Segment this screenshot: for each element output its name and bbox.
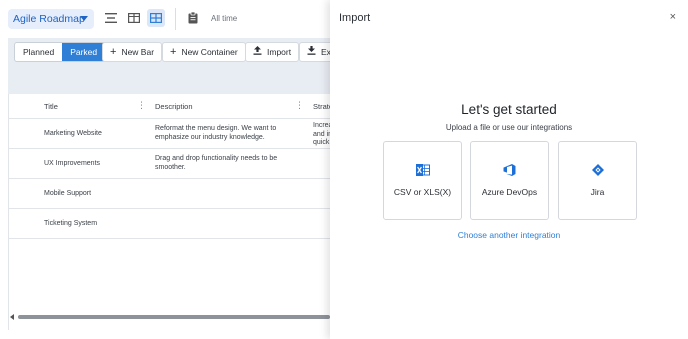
choose-another-integration-link[interactable]: Choose another integration: [330, 230, 688, 240]
chevron-down-icon: [80, 16, 88, 21]
list-view-icon[interactable]: [104, 11, 118, 25]
column-menu-icon[interactable]: ⋮: [295, 100, 304, 111]
plus-icon: +: [110, 45, 117, 58]
table-row[interactable]: Marketing Website Reformat the menu desi…: [9, 119, 339, 149]
planned-parked-toggle: Planned Parked: [14, 42, 107, 62]
csv-import-label: CSV or XLS(X): [393, 187, 452, 197]
table-row[interactable]: UX Improvements Drag and drop functional…: [9, 149, 339, 179]
close-icon[interactable]: ×: [670, 11, 676, 23]
jira-card[interactable]: Jira: [558, 141, 637, 220]
import-label: Import: [267, 47, 292, 57]
table-row[interactable]: Ticketing System: [9, 209, 339, 239]
clipboard-icon[interactable]: [186, 11, 200, 25]
row-description: Reformat the menu design. We want to emp…: [155, 125, 277, 141]
table-view-icon[interactable]: [147, 9, 165, 27]
roadmap-table: Title ⋮ Description ⋮ Strate Marketing W…: [8, 94, 339, 330]
plus-icon: +: [170, 45, 177, 58]
azure-devops-card[interactable]: Azure DevOps: [470, 141, 549, 220]
import-panel: Import × Let's get started Upload a file…: [330, 0, 688, 339]
row-description: Drag and drop functionality needs to be …: [155, 155, 278, 171]
toolbar: Planned Parked + New Bar + New Container…: [8, 38, 338, 94]
azure-devops-icon: [471, 164, 548, 176]
panel-title: Import: [339, 12, 371, 24]
new-bar-label: New Bar: [121, 47, 155, 57]
new-bar-button[interactable]: + New Bar: [102, 42, 163, 62]
import-heading: Let's get started: [461, 102, 557, 117]
horizontal-scrollbar[interactable]: [8, 312, 330, 322]
scrollbar-thumb[interactable]: [18, 315, 330, 319]
row-title: Ticketing System: [44, 220, 98, 227]
columns-view-icon[interactable]: [127, 11, 141, 25]
table-row[interactable]: Mobile Support: [9, 179, 339, 209]
column-description[interactable]: Description: [155, 102, 193, 111]
download-icon: [307, 46, 316, 58]
csv-import-card[interactable]: CSV or XLS(X): [383, 141, 462, 220]
roadmap-selector[interactable]: Agile Roadmap: [8, 9, 94, 29]
import-button[interactable]: Import: [245, 42, 300, 62]
new-container-label: New Container: [181, 47, 238, 57]
jira-label: Jira: [590, 187, 605, 197]
column-title[interactable]: Title: [44, 102, 58, 111]
toolbar-divider: [175, 8, 176, 30]
table-header: Title ⋮ Description ⋮ Strate: [9, 94, 339, 119]
azure-devops-label: Azure DevOps: [481, 187, 538, 197]
roadmap-name: Agile Roadmap: [13, 13, 85, 25]
import-subheading: Upload a file or use our integrations: [445, 123, 573, 132]
upload-icon: [253, 46, 262, 58]
row-title: Marketing Website: [44, 130, 102, 137]
jira-icon: [559, 164, 636, 176]
tab-parked[interactable]: Parked: [62, 43, 106, 61]
new-container-button[interactable]: + New Container: [162, 42, 246, 62]
excel-icon: [384, 164, 461, 176]
tab-planned[interactable]: Planned: [15, 43, 62, 61]
time-filter[interactable]: All time: [211, 14, 237, 23]
row-title: Mobile Support: [44, 190, 92, 197]
row-title: UX Improvements: [44, 160, 101, 167]
column-menu-icon[interactable]: ⋮: [137, 100, 146, 111]
scroll-left-icon[interactable]: [10, 314, 14, 320]
